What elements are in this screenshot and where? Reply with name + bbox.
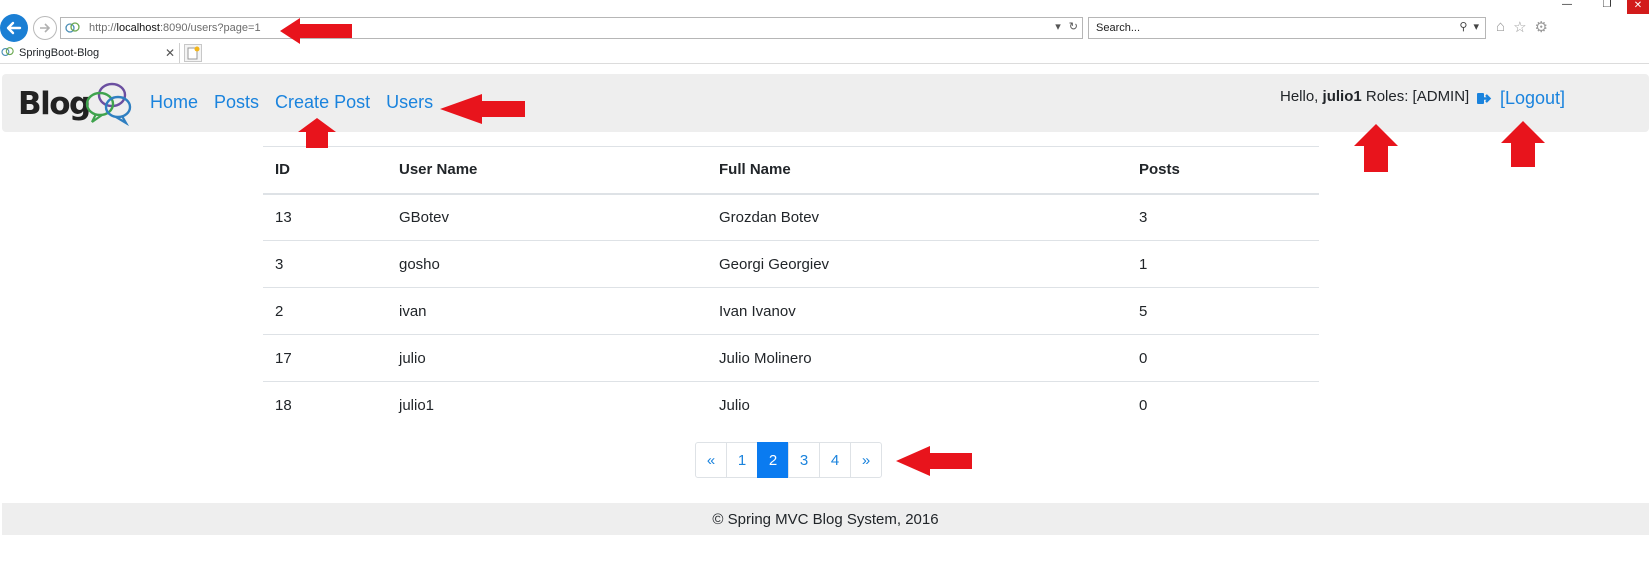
- header-user-name: User Name: [387, 146, 707, 195]
- nav-home[interactable]: Home: [150, 92, 198, 113]
- search-icon[interactable]: ⚲: [1459, 20, 1467, 33]
- url-text: http://localhost:8090/users?page=1: [89, 22, 261, 34]
- logout-link[interactable]: [Logout]: [1476, 88, 1565, 109]
- table-header-row: ID User Name Full Name Posts: [263, 146, 1319, 195]
- nav-users[interactable]: Users: [386, 92, 433, 113]
- browser-tab[interactable]: SpringBoot-Blog ✕: [0, 42, 180, 64]
- chat-bubbles-logo-icon: [85, 82, 132, 127]
- cell-user-name: julio: [387, 334, 707, 382]
- cell-full-name: Grozdan Botev: [707, 193, 1127, 241]
- tab-favicon-icon: [1, 46, 15, 61]
- page-next[interactable]: »: [850, 442, 882, 478]
- forward-button[interactable]: [33, 16, 57, 40]
- favorites-star-icon[interactable]: ☆: [1513, 18, 1526, 36]
- minimize-button[interactable]: —: [1547, 0, 1587, 10]
- annotation-arrow-left-icon: [896, 446, 972, 476]
- cell-id: 3: [263, 240, 387, 288]
- tab-close-icon[interactable]: ✕: [165, 46, 175, 60]
- cell-id: 2: [263, 287, 387, 335]
- back-button[interactable]: [0, 14, 28, 42]
- site-favicon-icon: [65, 21, 83, 35]
- cell-user-name: GBotev: [387, 193, 707, 241]
- hello-label: Hello,: [1280, 88, 1319, 105]
- sign-out-icon: [1477, 93, 1492, 104]
- cell-full-name: Ivan Ivanov: [707, 287, 1127, 335]
- annotation-arrow-up-icon: [1501, 121, 1545, 167]
- table-row: 3 gosho Georgi Georgiev 1: [263, 240, 1319, 288]
- restore-button[interactable]: ❐: [1587, 0, 1627, 10]
- refresh-icon[interactable]: ↻: [1069, 20, 1078, 33]
- address-bar[interactable]: http://localhost:8090/users?page=1 ▾ ↻: [60, 17, 1083, 39]
- cell-user-name: julio1: [399, 396, 435, 414]
- page-4[interactable]: 4: [819, 442, 851, 478]
- brand-logo[interactable]: Blog: [16, 78, 134, 128]
- logout-label: [Logout]: [1500, 88, 1566, 108]
- annotation-arrow-left-icon: [440, 94, 525, 124]
- roles-label: Roles: [ADMIN]: [1365, 88, 1470, 105]
- cell-posts: 0: [1139, 396, 1148, 414]
- search-placeholder: Search...: [1096, 22, 1141, 34]
- page-2-active[interactable]: 2: [757, 442, 789, 478]
- user-info: Hello, julio1 Roles: [ADMIN]: [1280, 88, 1469, 105]
- new-tab-button[interactable]: [184, 44, 202, 62]
- annotation-arrow-left-icon: [280, 18, 352, 44]
- cell-user-name: gosho: [387, 240, 707, 288]
- users-table: ID User Name Full Name Posts 13 GBotev G…: [263, 146, 1319, 429]
- cell-posts: 5: [1127, 287, 1319, 335]
- table-row: 13 GBotev Grozdan Botev 3: [263, 193, 1319, 241]
- search-dropdown-icon[interactable]: ▾: [1473, 20, 1479, 33]
- arrow-right-icon: [40, 23, 51, 33]
- page-prev[interactable]: «: [695, 442, 727, 478]
- footer: © Spring MVC Blog System, 2016: [2, 503, 1649, 535]
- dropdown-icon[interactable]: ▾: [1055, 20, 1061, 33]
- chrome-divider: [0, 63, 1649, 64]
- annotation-arrow-up-icon: [1354, 124, 1398, 172]
- table-row: 17 julio Julio Molinero 0: [263, 334, 1319, 382]
- cell-full-name: Georgi Georgiev: [707, 240, 1127, 288]
- cell-user-name: ivan: [387, 287, 707, 335]
- browser-chrome: http://localhost:8090/users?page=1 ▾ ↻ S…: [0, 0, 1649, 64]
- cell-id: 13: [263, 193, 387, 241]
- new-tab-icon: [187, 46, 200, 60]
- header-id: ID: [263, 146, 387, 195]
- tab-title: SpringBoot-Blog: [19, 47, 100, 59]
- footer-text: © Spring MVC Blog System, 2016: [712, 510, 939, 528]
- pagination: « 1 2 3 4 »: [695, 442, 882, 478]
- table-row: 18 julio1 Julio 0: [263, 382, 1319, 429]
- arrow-left-icon: [6, 21, 22, 35]
- brand-text: Blog: [18, 86, 91, 122]
- annotation-arrow-up-icon: [298, 118, 336, 148]
- page-1[interactable]: 1: [726, 442, 758, 478]
- cell-posts: 1: [1127, 240, 1319, 288]
- cell-id: 18: [275, 396, 292, 414]
- cell-posts: 3: [1127, 193, 1319, 241]
- page-3[interactable]: 3: [788, 442, 820, 478]
- cell-full-name: Julio: [719, 396, 750, 414]
- home-icon[interactable]: ⌂: [1496, 18, 1505, 36]
- nav-create-post[interactable]: Create Post: [275, 92, 370, 113]
- nav-posts[interactable]: Posts: [214, 92, 259, 113]
- cell-posts: 0: [1127, 334, 1319, 382]
- gear-icon[interactable]: ⚙: [1535, 18, 1548, 36]
- cell-id: 17: [263, 334, 387, 382]
- header-posts: Posts: [1127, 146, 1319, 195]
- site-navbar: Blog Home Posts Create Post Users Hello,…: [2, 74, 1649, 132]
- cell-full-name: Julio Molinero: [707, 334, 1127, 382]
- table-row: 2 ivan Ivan Ivanov 5: [263, 287, 1319, 335]
- window-close-button[interactable]: ✕: [1627, 0, 1649, 14]
- search-input[interactable]: Search... ⚲ ▾: [1088, 17, 1486, 39]
- username-label: julio1: [1322, 88, 1362, 105]
- header-full-name: Full Name: [707, 146, 1127, 195]
